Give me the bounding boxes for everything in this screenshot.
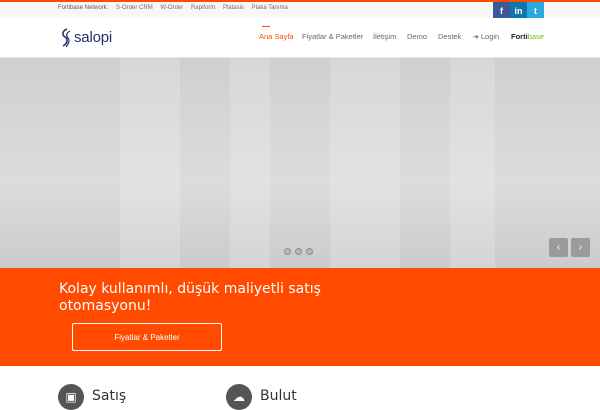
nav-fortibase[interactable]: Fortibase [511, 32, 544, 41]
hero-stripe [230, 58, 270, 268]
slider-dot[interactable] [284, 248, 291, 255]
slider-next-button[interactable]: › [571, 238, 590, 257]
top-bar: Fortibase Network: S-Order CRM W-Order R… [0, 0, 600, 20]
fortibase-base: base [527, 32, 544, 41]
hero-slider: ‹ › [0, 58, 600, 268]
network-link-sorder[interactable]: S-Order CRM [116, 5, 153, 11]
network-label: Fortibase Network: [58, 5, 109, 11]
nav-support[interactable]: Destek [438, 32, 461, 41]
slider-dot[interactable] [295, 248, 302, 255]
hero-stripe [450, 58, 495, 268]
salopi-logo-icon [62, 28, 71, 48]
nav-contact[interactable]: İletişim [373, 32, 396, 41]
nav-demo[interactable]: Demo [407, 32, 427, 41]
network-link-worder[interactable]: W-Order [160, 5, 183, 11]
main-header: salopi Ana Sayfa Fiyatlar & Paketler İle… [0, 18, 600, 58]
feature-cloud-label: Bulut [260, 388, 297, 404]
nav-login-label: Login [480, 32, 500, 41]
pricing-cta-button[interactable]: Fiyatlar & Paketler [72, 323, 222, 351]
nav-pricing[interactable]: Fiyatlar & Paketler [302, 32, 363, 41]
slider-dot[interactable] [306, 248, 313, 255]
feature-sales-label: Satış [92, 388, 127, 404]
fortibase-forti: Forti [511, 32, 528, 41]
network-link-rapiform[interactable]: Rapiform [191, 5, 215, 11]
network-link-platasis[interactable]: Platasis [223, 5, 244, 11]
cloud-icon: ☁ [226, 384, 252, 410]
network-links: Fortibase Network: S-Order CRM W-Order R… [58, 5, 294, 11]
network-link-plaka[interactable]: Plaka Tanıma [252, 5, 288, 11]
hero-stripe [330, 58, 400, 268]
logo-text: salopi [74, 29, 112, 46]
features-section: ▣ Satış ☁ Bulut [0, 366, 600, 410]
login-icon: ➜ [473, 34, 479, 41]
slider-prev-button[interactable]: ‹ [549, 238, 568, 257]
cta-band: Kolay kullanımlı, düşük maliyetli satış … [0, 268, 600, 366]
cta-headline: Kolay kullanımlı, düşük maliyetli satış … [59, 281, 321, 314]
nav-home[interactable]: Ana Sayfa [259, 26, 294, 41]
nav-login[interactable]: ➜ Login [473, 32, 499, 41]
hero-stripe [120, 58, 180, 268]
briefcase-icon: ▣ [58, 384, 84, 410]
